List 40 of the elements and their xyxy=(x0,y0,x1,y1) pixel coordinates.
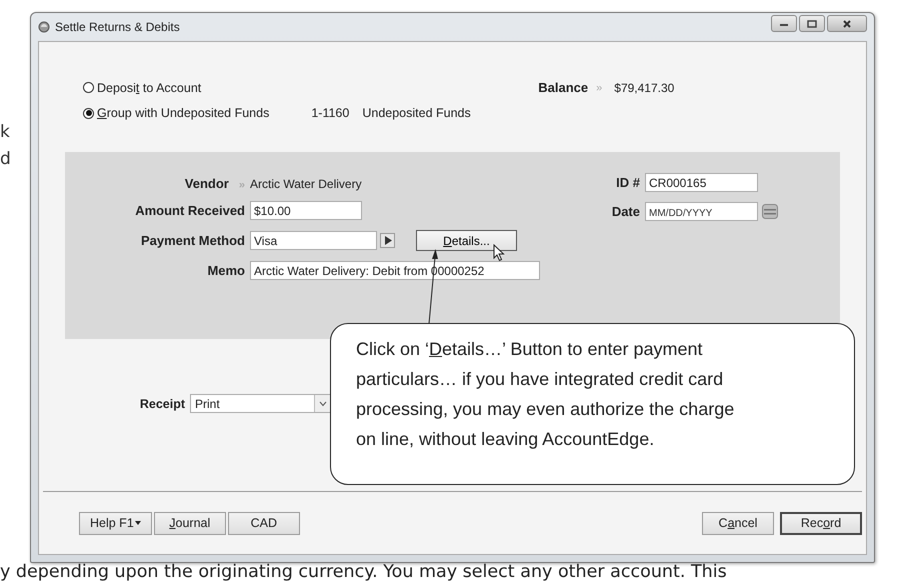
maximize-icon xyxy=(807,20,817,28)
toolbar-button[interactable]: Journal xyxy=(154,512,226,534)
id-field[interactable]: CR000165 xyxy=(645,173,758,192)
account-number: 1-1160 xyxy=(311,106,350,120)
date-field[interactable]: MM/DD/YYYY xyxy=(645,202,758,221)
amount-field[interactable]: $10.00 xyxy=(250,201,362,220)
receipt-dropdown[interactable]: Print xyxy=(190,394,332,413)
minimize-button[interactable] xyxy=(771,15,797,32)
account-name: Undeposited Funds xyxy=(362,106,471,120)
radio-option[interactable]: Group with Undeposited Funds xyxy=(83,106,270,120)
field-label: Date xyxy=(612,204,640,219)
payment-method-field[interactable]: Visa xyxy=(250,231,377,250)
callout-text: Click on ‘Details…’ Button to enter payment particulars… if you have integrated credit card processing, you may even authorize the charge on line, without leaving AccountEdge. xyxy=(330,323,855,485)
document-text: y depending upon the originating currency. You may select any other account. This xyxy=(0,562,727,582)
chevron-down-icon xyxy=(319,400,327,406)
dialog-button[interactable]: Cancel xyxy=(702,512,774,534)
calendar-icon[interactable] xyxy=(762,204,778,219)
window-title: Settle Returns & Debits xyxy=(55,20,180,34)
cursor-icon xyxy=(493,244,505,262)
toolbar-button[interactable]: Help F1 xyxy=(79,512,152,534)
radio-option[interactable]: Deposit to Account xyxy=(83,80,202,94)
field-label: Memo xyxy=(206,263,245,278)
dialog-button[interactable]: Record xyxy=(780,512,862,534)
balance-value: $79,417.30 xyxy=(614,80,674,94)
play-icon[interactable] xyxy=(380,233,395,248)
vendor-value[interactable]: Arctic Water Delivery xyxy=(250,176,540,190)
toolbar-button[interactable]: CAD xyxy=(228,512,300,534)
field-label: Vendor xyxy=(184,176,229,191)
app-icon xyxy=(38,21,50,33)
maximize-button[interactable] xyxy=(799,15,825,32)
close-icon xyxy=(842,20,852,28)
page-text-fragment: d xyxy=(0,149,11,169)
field-label: Amount Received xyxy=(134,203,245,218)
field-label: Payment Method xyxy=(140,233,245,248)
balance-label: Balance xyxy=(538,80,588,95)
details-button[interactable]: Details... xyxy=(416,230,517,251)
field-label: Receipt xyxy=(138,396,185,410)
page-text-fragment: k xyxy=(0,122,10,142)
field-label: ID # xyxy=(615,175,640,190)
close-button[interactable] xyxy=(827,15,867,32)
